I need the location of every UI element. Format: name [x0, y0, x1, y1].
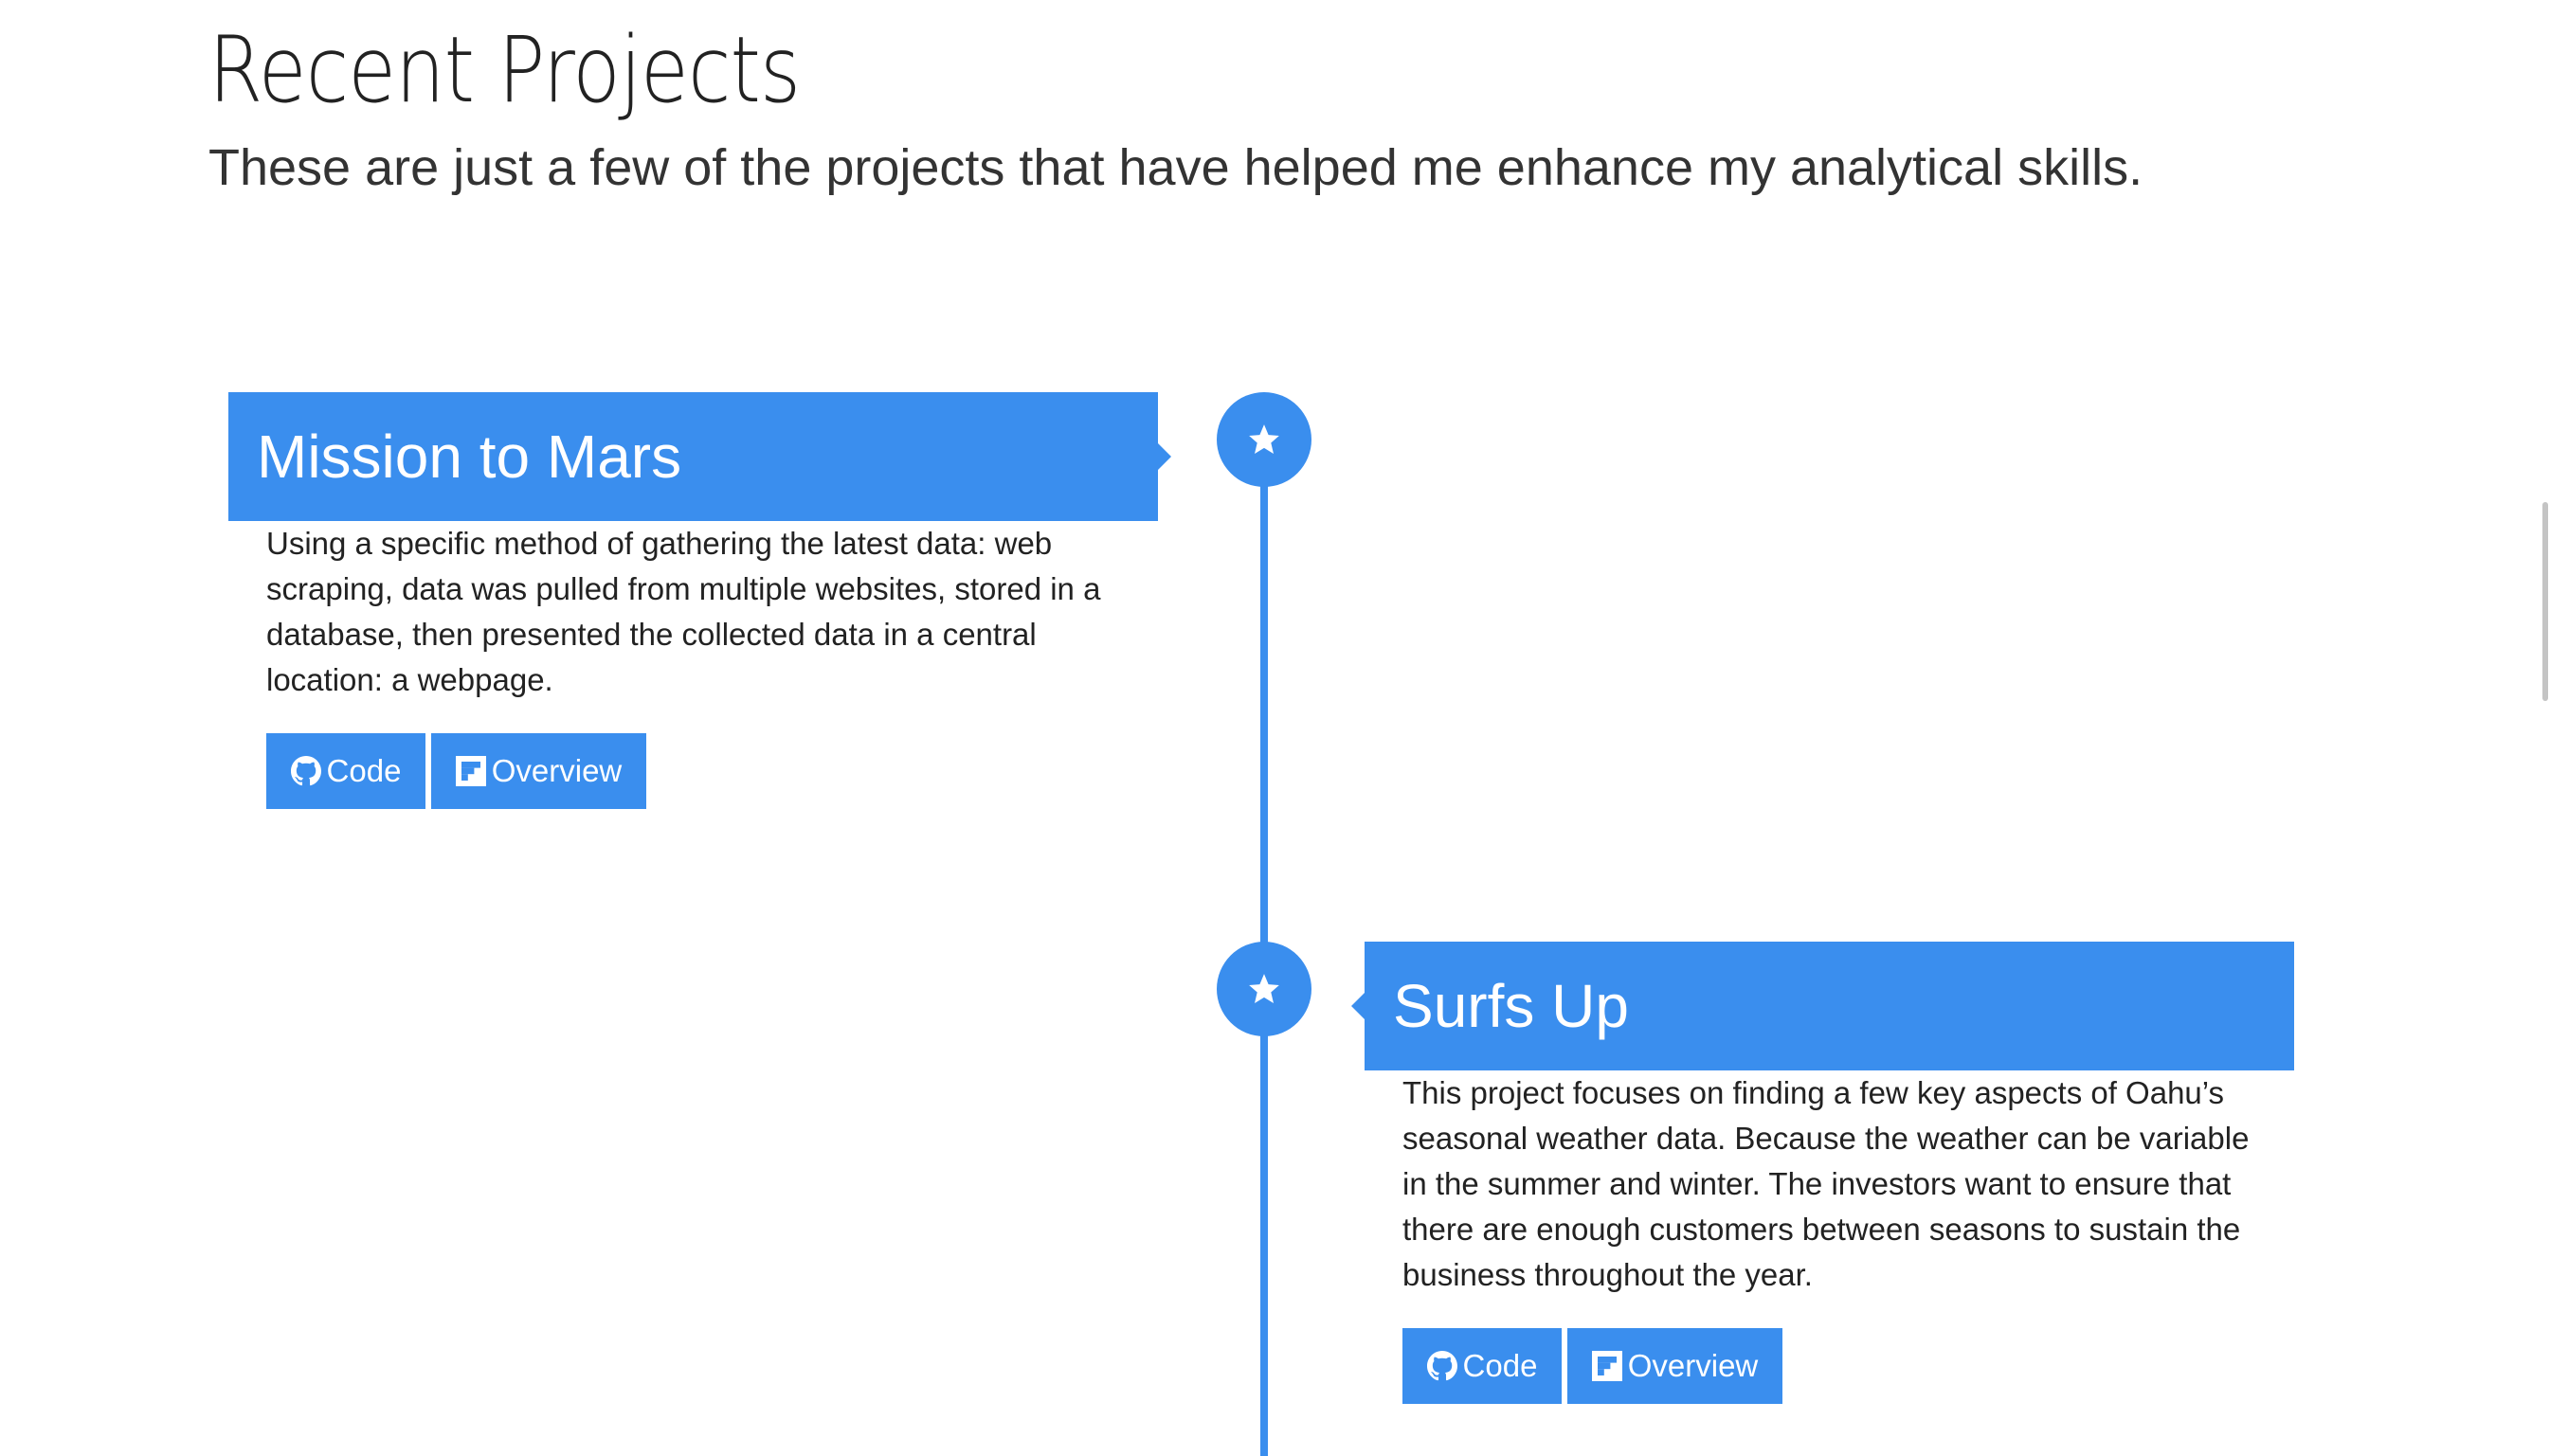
- overview-button-surfs-up[interactable]: Overview: [1567, 1328, 1782, 1404]
- star-icon: [1249, 974, 1279, 1004]
- page-title: Recent Projects: [208, 17, 801, 123]
- code-button-label: Code: [1462, 1348, 1538, 1383]
- scrollbar-thumb[interactable]: [2542, 502, 2548, 701]
- overview-button-label: Overview: [1627, 1348, 1759, 1383]
- overview-button-label: Overview: [491, 753, 623, 788]
- project-title-mission-to-mars: Mission to Mars: [228, 392, 1171, 521]
- flipboard-icon: [1591, 1351, 1622, 1381]
- star-icon: [1249, 424, 1279, 455]
- project-description-mission-to-mars: Using a specific method of gathering the…: [266, 526, 1101, 697]
- github-icon: [1426, 1351, 1457, 1381]
- flipboard-icon: [455, 756, 486, 786]
- timeline-badge-mission-to-mars: [1217, 392, 1311, 487]
- overview-button-mission-to-mars[interactable]: Overview: [431, 733, 646, 809]
- timeline-badge-surfs-up: [1217, 942, 1311, 1036]
- project-description-surfs-up: This project focuses on finding a few ke…: [1402, 1075, 2250, 1292]
- github-icon: [290, 756, 321, 786]
- code-button-surfs-up[interactable]: Code: [1402, 1328, 1562, 1404]
- code-button-label: Code: [326, 753, 402, 788]
- project-title-surfs-up: Surfs Up: [1351, 942, 2294, 1070]
- code-button-mission-to-mars[interactable]: Code: [266, 733, 425, 809]
- page-subtitle: These are just a few of the projects tha…: [208, 139, 2143, 196]
